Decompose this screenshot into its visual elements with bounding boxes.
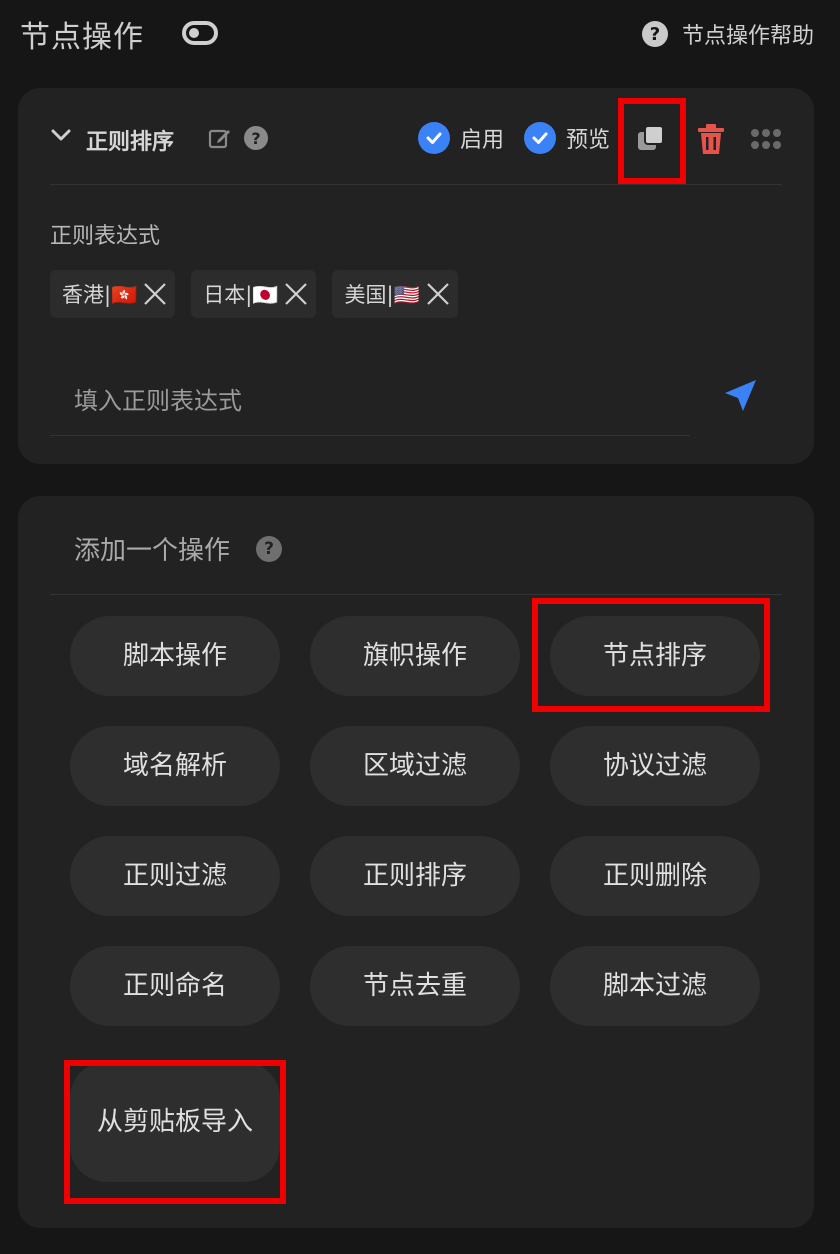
highlight-box bbox=[532, 598, 770, 712]
regex-tag-label: 香港|🇭🇰 bbox=[62, 283, 138, 307]
help-icon: ? bbox=[641, 21, 668, 47]
enable-checkbox[interactable]: 启用 bbox=[418, 122, 504, 154]
page-title: 节点操作 bbox=[20, 20, 144, 55]
close-icon[interactable] bbox=[426, 282, 450, 306]
send-icon[interactable] bbox=[722, 378, 758, 414]
help-link[interactable]: ? 节点操作帮助 bbox=[641, 18, 814, 50]
edit-icon[interactable] bbox=[208, 126, 232, 150]
action-button[interactable]: 正则排序 bbox=[310, 836, 520, 916]
check-icon bbox=[418, 122, 450, 154]
operation-help-icon[interactable]: ? bbox=[244, 126, 268, 150]
close-icon[interactable] bbox=[143, 282, 167, 306]
page-header: 节点操作 ? 节点操作帮助 bbox=[0, 0, 840, 66]
regex-tag: 日本|🇯🇵 bbox=[191, 270, 317, 318]
divider bbox=[50, 594, 782, 595]
enable-label: 启用 bbox=[460, 128, 505, 153]
highlight-box bbox=[64, 1060, 286, 1204]
action-button[interactable]: 脚本过滤 bbox=[550, 946, 760, 1026]
check-icon bbox=[524, 122, 556, 154]
operation-card: 正则排序 ? 启用 预览 正则表达式 香港|🇭🇰 日本|🇯🇵 美国|🇺🇸 填入正… bbox=[18, 88, 814, 464]
action-button[interactable]: 脚本操作 bbox=[70, 616, 280, 696]
action-button[interactable]: 协议过滤 bbox=[550, 726, 760, 806]
regex-tag: 美国|🇺🇸 bbox=[332, 270, 458, 318]
regex-tag-label: 美国|🇺🇸 bbox=[344, 283, 420, 307]
action-button[interactable]: 正则删除 bbox=[550, 836, 760, 916]
action-button[interactable]: 正则过滤 bbox=[70, 836, 280, 916]
action-button[interactable]: 旗帜操作 bbox=[310, 616, 520, 696]
add-action-help-icon[interactable]: ? bbox=[256, 536, 282, 562]
toggle-icon[interactable] bbox=[182, 21, 218, 45]
chevron-down-icon[interactable] bbox=[50, 124, 72, 146]
action-button[interactable]: 正则命名 bbox=[70, 946, 280, 1026]
regex-tag-label: 日本|🇯🇵 bbox=[203, 283, 279, 307]
regex-field-label: 正则表达式 bbox=[50, 224, 161, 249]
regex-input[interactable]: 填入正则表达式 bbox=[50, 362, 690, 436]
action-button[interactable]: 域名解析 bbox=[70, 726, 280, 806]
preview-label: 预览 bbox=[566, 128, 611, 153]
regex-tag: 香港|🇭🇰 bbox=[50, 270, 176, 318]
divider bbox=[50, 184, 782, 185]
add-action-title: 添加一个操作 bbox=[74, 536, 231, 566]
highlight-box bbox=[618, 98, 686, 184]
action-button[interactable]: 节点去重 bbox=[310, 946, 520, 1026]
close-icon[interactable] bbox=[284, 282, 308, 306]
regex-tag-list: 香港|🇭🇰 日本|🇯🇵 美国|🇺🇸 bbox=[50, 270, 458, 318]
preview-checkbox[interactable]: 预览 bbox=[524, 122, 610, 154]
action-button[interactable]: 区域过滤 bbox=[310, 726, 520, 806]
operation-title: 正则排序 bbox=[86, 130, 175, 155]
drag-handle-icon[interactable] bbox=[750, 126, 782, 152]
trash-icon[interactable] bbox=[696, 122, 726, 156]
help-link-label: 节点操作帮助 bbox=[681, 24, 814, 49]
